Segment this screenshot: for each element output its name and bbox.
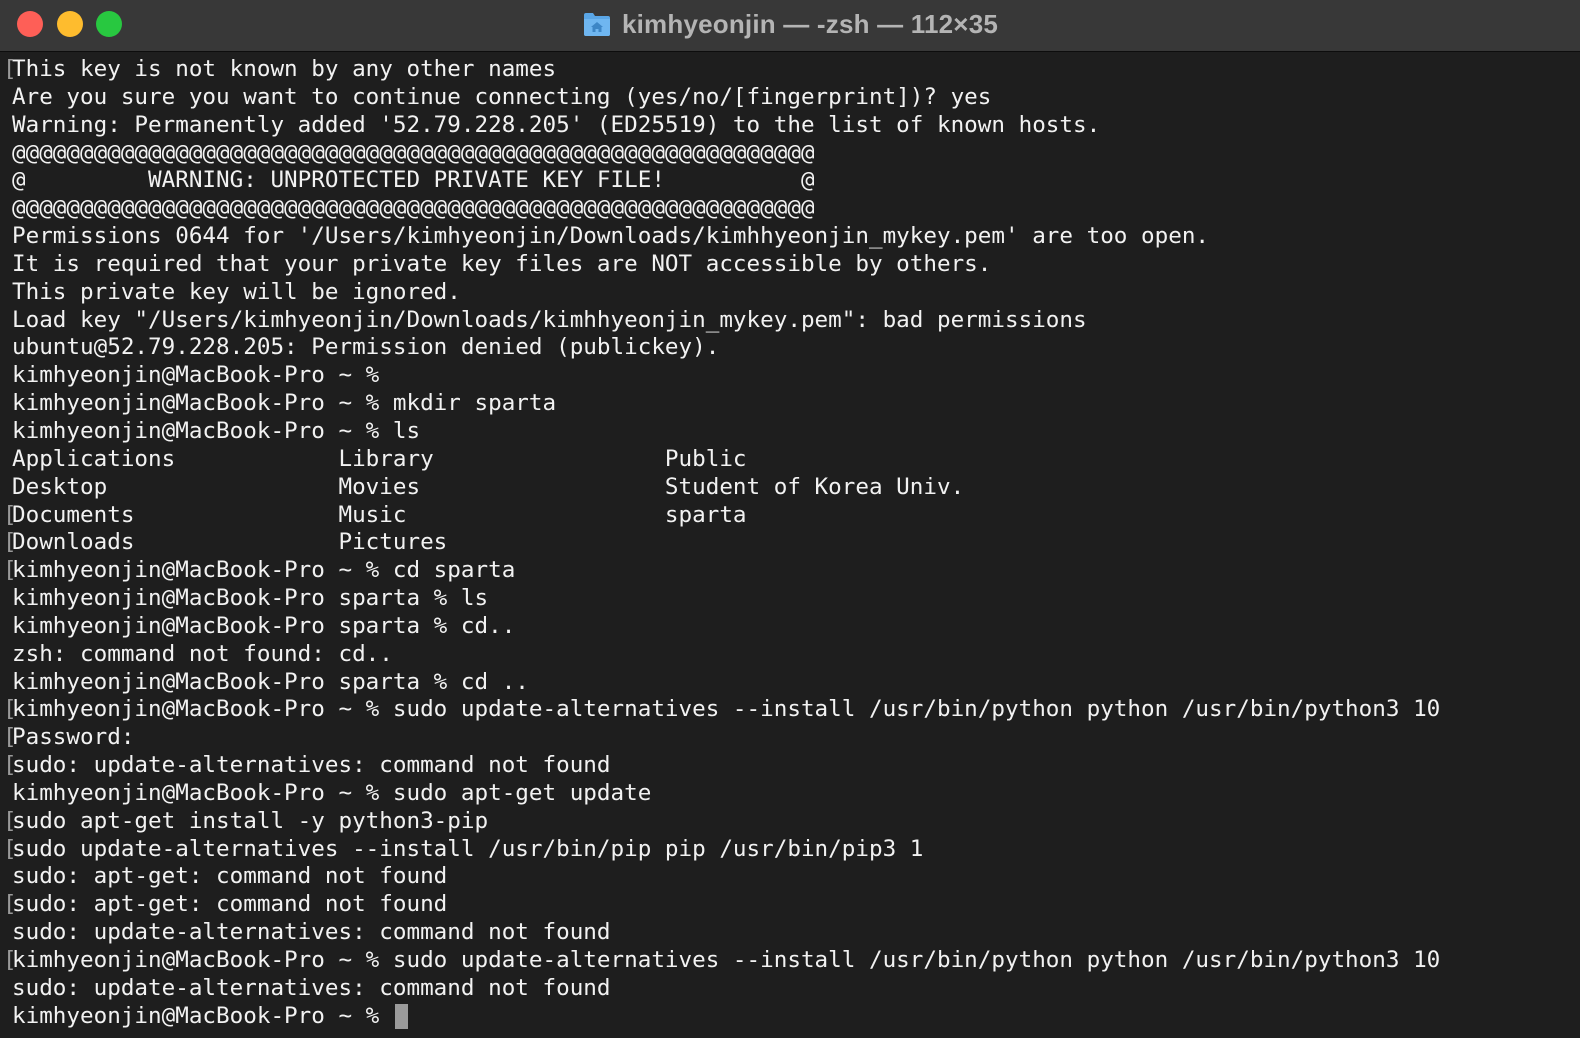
terminal-line-text: Desktop Movies Student of Korea Univ. <box>12 473 965 500</box>
active-prompt-line[interactable]: kimhyeonjin@MacBook-Pro ~ % <box>0 1003 1580 1031</box>
terminal-line: [kimhyeonjin@MacBook-Pro ~ % sudo update… <box>0 947 1580 975</box>
terminal-line-text: This key is not known by any other names <box>12 56 557 82</box>
terminal-line: sudo: update-alternatives: command not f… <box>0 975 1580 1003</box>
terminal-line-text: sudo: apt-get: command not found <box>12 863 448 890</box>
terminal-line-text: ubuntu@52.79.228.205: Permission denied … <box>12 334 720 361</box>
terminal-line: kimhyeonjin@MacBook-Pro ~ % mkdir sparta <box>0 390 1580 418</box>
terminal-line-text: zsh: command not found: cd.. <box>12 640 393 667</box>
terminal-line-text: sudo: update-alternatives: command not f… <box>12 752 611 779</box>
terminal-line: @@@@@@@@@@@@@@@@@@@@@@@@@@@@@@@@@@@@@@@@… <box>0 140 1580 168</box>
terminal-window: kimhyeonjin — -zsh — 112×35 [This key is… <box>0 0 1580 1038</box>
terminal-line: Load key "/Users/kimhyeonjin/Downloads/k… <box>0 307 1580 335</box>
terminal-line-text: Password: <box>12 724 135 751</box>
terminal-line: [Documents Music sparta <box>0 502 1580 530</box>
terminal-line: [Downloads Pictures <box>0 529 1580 557</box>
terminal-line-text: @@@@@@@@@@@@@@@@@@@@@@@@@@@@@@@@@@@@@@@@… <box>12 139 815 166</box>
line-mark: [ <box>3 557 17 584</box>
line-mark: [ <box>3 752 17 779</box>
line-mark: [ <box>3 807 17 834</box>
terminal-line-text: Documents Music sparta <box>12 501 747 528</box>
terminal-line: kimhyeonjin@MacBook-Pro sparta % cd.. <box>0 613 1580 641</box>
terminal-line: [Password: <box>0 724 1580 752</box>
terminal-line: Permissions 0644 for '/Users/kimhyeonjin… <box>0 223 1580 251</box>
terminal-line: kimhyeonjin@MacBook-Pro ~ % <box>0 362 1580 390</box>
terminal-line-text: This private key will be ignored. <box>12 278 461 305</box>
terminal-line-text: Load key "/Users/kimhyeonjin/Downloads/k… <box>12 306 1087 333</box>
terminal-line: @ WARNING: UNPROTECTED PRIVATE KEY FILE!… <box>0 167 1580 195</box>
terminal-line: Desktop Movies Student of Korea Univ. <box>0 474 1580 502</box>
home-folder-icon <box>583 13 610 36</box>
terminal-line: [sudo: apt-get: command not found <box>0 891 1580 919</box>
terminal-line-text: sudo: update-alternatives: command not f… <box>12 919 611 946</box>
terminal-line-text: sudo: update-alternatives: command not f… <box>12 974 611 1001</box>
terminal-line-text: kimhyeonjin@MacBook-Pro ~ % sudo update-… <box>12 696 1441 723</box>
line-mark: [ <box>3 947 17 973</box>
text-cursor[interactable] <box>394 1003 408 1029</box>
terminal-line-text: kimhyeonjin@MacBook-Pro sparta % cd .. <box>12 668 529 695</box>
terminal-line-text: It is required that your private key fil… <box>12 250 992 277</box>
terminal-line-text: sudo: apt-get: command not found <box>12 891 448 918</box>
line-mark: [ <box>3 501 17 528</box>
terminal-line-text: sudo apt-get install -y python3-pip <box>12 807 489 834</box>
line-mark: [ <box>3 696 17 723</box>
terminal-line: [sudo update-alternatives --install /usr… <box>0 836 1580 864</box>
terminal-line: kimhyeonjin@MacBook-Pro ~ % ls <box>0 418 1580 446</box>
terminal-line: [kimhyeonjin@MacBook-Pro ~ % sudo update… <box>0 696 1580 724</box>
window-title: kimhyeonjin — -zsh — 112×35 <box>621 8 999 39</box>
line-mark: [ <box>3 56 17 82</box>
prompt-text: kimhyeonjin@MacBook-Pro ~ % <box>12 1002 393 1029</box>
terminal-line: [This key is not known by any other name… <box>0 56 1580 84</box>
line-mark: [ <box>3 835 17 862</box>
terminal-line: [sudo: update-alternatives: command not … <box>0 752 1580 780</box>
terminal-line-text: Applications Library Public <box>12 445 747 472</box>
terminal-line: Are you sure you want to continue connec… <box>0 84 1580 112</box>
terminal-line-text: kimhyeonjin@MacBook-Pro ~ % sudo update-… <box>12 947 1441 973</box>
terminal-line: Applications Library Public <box>0 446 1580 474</box>
terminal-line-text: @@@@@@@@@@@@@@@@@@@@@@@@@@@@@@@@@@@@@@@@… <box>12 195 815 222</box>
terminal-line-text: Downloads Pictures <box>12 529 448 556</box>
terminal-line-text: kimhyeonjin@MacBook-Pro sparta % cd.. <box>12 612 516 639</box>
terminal-line: kimhyeonjin@MacBook-Pro sparta % ls <box>0 585 1580 613</box>
terminal-line-text: kimhyeonjin@MacBook-Pro ~ % mkdir sparta <box>12 390 557 417</box>
terminal-line-text: kimhyeonjin@MacBook-Pro ~ % sudo apt-get… <box>12 779 652 806</box>
terminal-line-text: kimhyeonjin@MacBook-Pro sparta % ls <box>12 585 489 612</box>
line-mark: [ <box>3 529 17 556</box>
terminal-line-text: kimhyeonjin@MacBook-Pro ~ % <box>12 362 380 389</box>
line-mark: [ <box>3 891 17 918</box>
terminal-line-text: Permissions 0644 for '/Users/kimhyeonjin… <box>12 223 1210 250</box>
terminal-line: kimhyeonjin@MacBook-Pro sparta % cd .. <box>0 669 1580 697</box>
terminal-line-text: kimhyeonjin@MacBook-Pro ~ % cd sparta <box>12 557 516 584</box>
terminal-line: kimhyeonjin@MacBook-Pro ~ % sudo apt-get… <box>0 780 1580 808</box>
terminal-line-text: kimhyeonjin@MacBook-Pro ~ % ls <box>12 417 421 444</box>
terminal-line: ubuntu@52.79.228.205: Permission denied … <box>0 334 1580 362</box>
terminal-output[interactable]: [This key is not known by any other name… <box>0 56 1580 1038</box>
terminal-line: It is required that your private key fil… <box>0 251 1580 279</box>
terminal-line-text: Warning: Permanently added '52.79.228.20… <box>12 111 1101 138</box>
terminal-line: [sudo apt-get install -y python3-pip <box>0 808 1580 836</box>
terminal-line: sudo: apt-get: command not found <box>0 863 1580 891</box>
terminal-line: zsh: command not found: cd.. <box>0 641 1580 669</box>
terminal-line-text: @ WARNING: UNPROTECTED PRIVATE KEY FILE!… <box>12 167 815 194</box>
terminal-line: Warning: Permanently added '52.79.228.20… <box>0 112 1580 140</box>
line-mark: [ <box>3 724 17 751</box>
terminal-line: This private key will be ignored. <box>0 279 1580 307</box>
terminal-line: sudo: update-alternatives: command not f… <box>0 919 1580 947</box>
terminal-line: [kimhyeonjin@MacBook-Pro ~ % cd sparta <box>0 557 1580 585</box>
terminal-line-text: Are you sure you want to continue connec… <box>12 83 992 110</box>
terminal-line: @@@@@@@@@@@@@@@@@@@@@@@@@@@@@@@@@@@@@@@@… <box>0 195 1580 223</box>
window-title-group: kimhyeonjin — -zsh — 112×35 <box>0 0 1580 48</box>
title-bar[interactable]: kimhyeonjin — -zsh — 112×35 <box>0 0 1580 52</box>
terminal-line-text: sudo update-alternatives --install /usr/… <box>12 835 924 862</box>
